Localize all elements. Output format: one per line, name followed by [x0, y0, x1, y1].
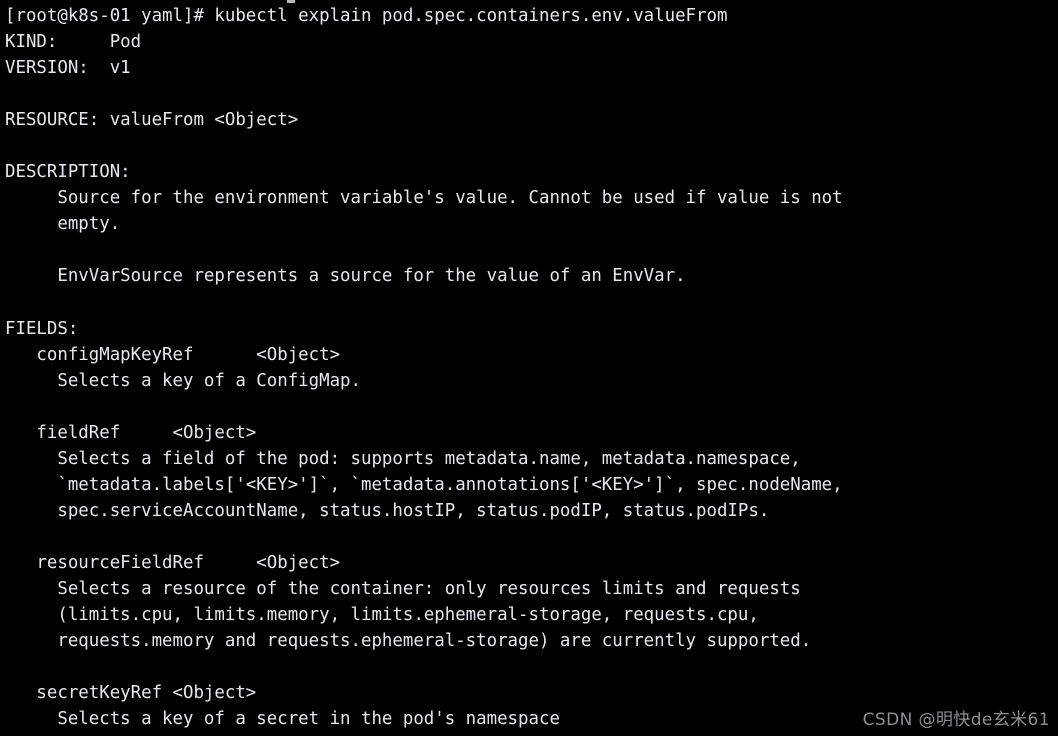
terminal-line-field-resourcefieldref-desc-3: requests.memory and requests.ephemeral-s…	[5, 631, 812, 652]
terminal-line-field-configmapkeyref: configMapKeyRef <Object>	[5, 344, 341, 365]
terminal-line-field-configmapkeyref-desc: Selects a key of a ConfigMap.	[5, 370, 361, 391]
terminal-line-blank-2	[5, 133, 1058, 159]
terminal-line-description-1: Source for the environment variable's va…	[5, 188, 843, 209]
terminal-line-field-fieldref-desc-2: `metadata.labels['<KEY>']`, `metadata.an…	[5, 474, 843, 495]
terminal-screen: [root@k8s-01 yaml]# kubectl explain pod.…	[5, 0, 1058, 732]
terminal-line-field-resourcefieldref-desc-1: Selects a resource of the container: onl…	[5, 579, 801, 600]
terminal-window[interactable]: [root@k8s-01 yaml]# kubectl explain pod.…	[0, 0, 1058, 736]
terminal-line-prompt-command: [root@k8s-01 yaml]# kubectl explain pod.…	[5, 6, 728, 26]
terminal-line-field-fieldref-desc-3: spec.serviceAccountName, status.hostIP, …	[5, 500, 770, 521]
terminal-line-description-heading: DESCRIPTION:	[5, 162, 131, 183]
terminal-line-field-fieldref-desc-1: Selects a field of the pod: supports met…	[5, 448, 801, 469]
terminal-line-field-resourcefieldref-desc-2: (limits.cpu, limits.memory, limits.ephem…	[5, 605, 759, 626]
terminal-line-field-secretkeyref: secretKeyRef <Object>	[5, 683, 257, 704]
terminal-line-blank-3	[5, 237, 1058, 263]
terminal-line-blank-7	[5, 654, 1058, 680]
csdn-watermark: CSDN @明快de玄米61	[862, 710, 1050, 730]
terminal-line-field-resourcefieldref: resourceFieldRef <Object>	[5, 552, 341, 573]
terminal-line-blank-6	[5, 524, 1058, 550]
terminal-line-blank-1	[5, 81, 1058, 107]
terminal-line-blank-5	[5, 394, 1058, 420]
terminal-line-resource: RESOURCE: valueFrom <Object>	[5, 110, 299, 131]
terminal-line-description-2: empty.	[5, 214, 121, 235]
terminal-line-blank-4	[5, 290, 1058, 316]
terminal-line-field-fieldref: fieldRef <Object>	[5, 422, 257, 443]
terminal-line-version: VERSION: v1	[5, 58, 131, 79]
terminal-line-fields-heading: FIELDS:	[5, 318, 79, 339]
terminal-line-description-3: EnvVarSource represents a source for the…	[5, 266, 686, 287]
terminal-line-kind: KIND: Pod	[5, 32, 142, 53]
